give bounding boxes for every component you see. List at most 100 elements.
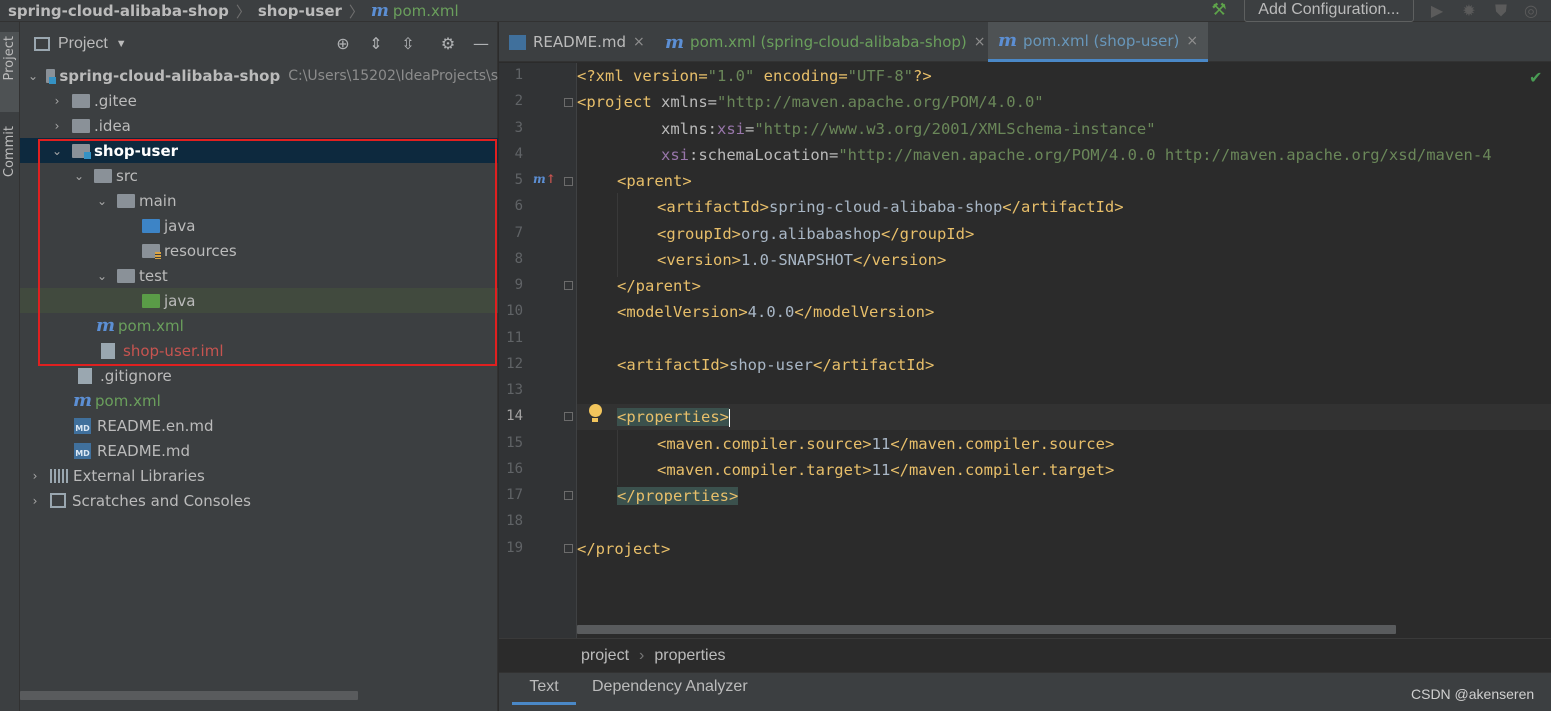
- maven-icon: m: [665, 31, 685, 53]
- commit-tool-label[interactable]: Commit: [2, 126, 17, 177]
- project-tool-label[interactable]: Project: [2, 36, 17, 80]
- scratches-icon: [50, 493, 66, 508]
- close-icon[interactable]: ×: [974, 34, 986, 50]
- tree-item-external-libraries[interactable]: › External Libraries: [20, 463, 498, 488]
- line-number: 6: [514, 198, 523, 214]
- tag: <maven.compiler.source>: [657, 435, 872, 453]
- inspection-ok-icon[interactable]: ✔: [1529, 68, 1542, 87]
- library-icon: [50, 468, 68, 483]
- line-number: 18: [506, 513, 523, 529]
- chevron-down-icon[interactable]: ⌄: [28, 69, 38, 83]
- build-hammer-icon[interactable]: ⚒: [1208, 0, 1230, 22]
- project-view-selector[interactable]: Project ▼: [34, 35, 127, 53]
- collapse-all-icon[interactable]: ⇳: [398, 34, 418, 54]
- close-icon[interactable]: ×: [633, 34, 645, 50]
- tab-label: pom.xml (spring-cloud-alibaba-shop): [690, 33, 967, 51]
- code-line-16: <maven.compiler.target>11</maven.compile…: [657, 457, 1114, 483]
- line-number: 4: [514, 146, 523, 162]
- chevron-right-icon[interactable]: ›: [50, 119, 64, 133]
- breadcrumb-file[interactable]: pom.xml: [393, 2, 459, 20]
- line-number: 14: [506, 408, 523, 424]
- maven-parent-gutter-icon[interactable]: m↑: [533, 172, 556, 186]
- breadcrumb-properties[interactable]: properties: [654, 647, 725, 664]
- fold-marker[interactable]: [564, 177, 573, 186]
- tree-item-readme-en[interactable]: MD README.en.md: [20, 413, 498, 438]
- line-number: 11: [506, 330, 523, 346]
- line-number: 15: [506, 435, 523, 451]
- tree-item-scratches[interactable]: › Scratches and Consoles: [20, 488, 498, 513]
- text: 11: [871, 461, 891, 479]
- project-horizontal-scrollbar[interactable]: [20, 691, 358, 700]
- caret-down-icon: ▼: [115, 38, 127, 50]
- chevron-right-icon[interactable]: ›: [50, 94, 64, 108]
- tag: <parent>: [617, 172, 692, 190]
- fold-marker[interactable]: [564, 281, 573, 290]
- tree-item-root[interactable]: ⌄ spring-cloud-alibaba-shop C:\Users\152…: [20, 63, 498, 88]
- tree-item-readme[interactable]: MD README.md: [20, 438, 498, 463]
- tag: </artifactId>: [1002, 198, 1124, 216]
- tree-item-idea[interactable]: › .idea: [20, 113, 498, 138]
- tree-item-root-pom[interactable]: m pom.xml: [20, 388, 498, 413]
- breadcrumb-module[interactable]: shop-user: [258, 2, 342, 20]
- tree-item-path: C:\Users\15202\IdeaProjects\s: [288, 67, 498, 84]
- editor-horizontal-scrollbar[interactable]: [577, 625, 1396, 634]
- tree-item-label: External Libraries: [73, 466, 205, 485]
- tag: </version>: [852, 251, 947, 269]
- tab-readme[interactable]: README.md ×: [499, 22, 655, 62]
- chevron-right-icon[interactable]: ›: [28, 494, 42, 508]
- text: 1.0-SNAPSHOT: [741, 251, 853, 269]
- tree-item-gitignore[interactable]: .gitignore: [20, 363, 498, 388]
- tag: <properties>: [617, 408, 729, 426]
- tag: <maven.compiler.target>: [657, 461, 872, 479]
- code-line-6: <artifactId>spring-cloud-alibaba-shop</a…: [657, 194, 1124, 220]
- run-icon[interactable]: ▶: [1427, 1, 1447, 21]
- tree-item-label: pom.xml: [95, 391, 161, 410]
- line-number: 1: [514, 67, 523, 83]
- fold-marker[interactable]: [564, 98, 573, 107]
- hide-icon[interactable]: —: [471, 34, 491, 54]
- tag: <version>: [657, 251, 741, 269]
- lightbulb-icon[interactable]: [587, 403, 603, 423]
- tab-root-pom[interactable]: m pom.xml (spring-cloud-alibaba-shop) ×: [655, 22, 996, 62]
- tree-item-gitee[interactable]: › .gitee: [20, 88, 498, 113]
- breadcrumb-project[interactable]: spring-cloud-alibaba-shop: [8, 2, 229, 20]
- tag: </maven.compiler.target>: [890, 461, 1115, 479]
- text: org.alibabashop: [741, 225, 881, 243]
- tree-item-label: spring-cloud-alibaba-shop: [59, 66, 281, 85]
- code-line-8: <version>1.0-SNAPSHOT</version>: [657, 247, 946, 273]
- tab-shop-user-pom[interactable]: m pom.xml (shop-user) ×: [988, 22, 1209, 62]
- maven-icon: m: [73, 390, 93, 411]
- chevron-right-icon: ›: [639, 647, 645, 664]
- fold-marker[interactable]: [564, 491, 573, 500]
- string: "UTF-8": [847, 67, 913, 85]
- editor-breadcrumb-bar: project › properties: [499, 638, 1551, 672]
- line-number: 12: [506, 356, 523, 372]
- gear-icon[interactable]: ⚙: [438, 34, 458, 54]
- tab-text[interactable]: Text: [512, 673, 576, 705]
- breadcrumb-project[interactable]: project: [581, 647, 629, 664]
- add-configuration-button[interactable]: Add Configuration...: [1244, 0, 1414, 22]
- markdown-icon: [509, 34, 526, 50]
- attribute: =: [707, 93, 718, 111]
- tab-dependency-analyzer[interactable]: Dependency Analyzer: [592, 673, 748, 705]
- close-icon[interactable]: ×: [1186, 33, 1198, 49]
- coverage-icon[interactable]: ⛊: [1491, 1, 1511, 21]
- profiler-icon[interactable]: ◎: [1521, 1, 1541, 21]
- code-line-14: <properties>: [617, 404, 730, 430]
- fold-marker[interactable]: [564, 544, 573, 553]
- fold-marker[interactable]: [564, 412, 573, 421]
- expand-all-icon[interactable]: ⇕: [366, 34, 386, 54]
- code-line-19: </project>: [577, 536, 670, 562]
- panel-title: Project: [58, 35, 108, 52]
- chevron-right-icon[interactable]: ›: [28, 469, 42, 483]
- indent-guide: [617, 193, 618, 277]
- text: 4.0.0: [747, 303, 795, 321]
- text-caret: [728, 408, 730, 427]
- project-panel: Project ▼ ⊕ ⇕ ⇳ ⚙ — ⌄ spring-cloud-aliba…: [20, 22, 498, 711]
- attribute: xmlns:: [577, 120, 717, 138]
- locate-icon[interactable]: ⊕: [333, 34, 353, 54]
- debug-icon[interactable]: ✹: [1459, 1, 1479, 21]
- line-number: 17: [506, 487, 523, 503]
- tag: </project>: [577, 540, 671, 558]
- line-number: 3: [514, 120, 523, 136]
